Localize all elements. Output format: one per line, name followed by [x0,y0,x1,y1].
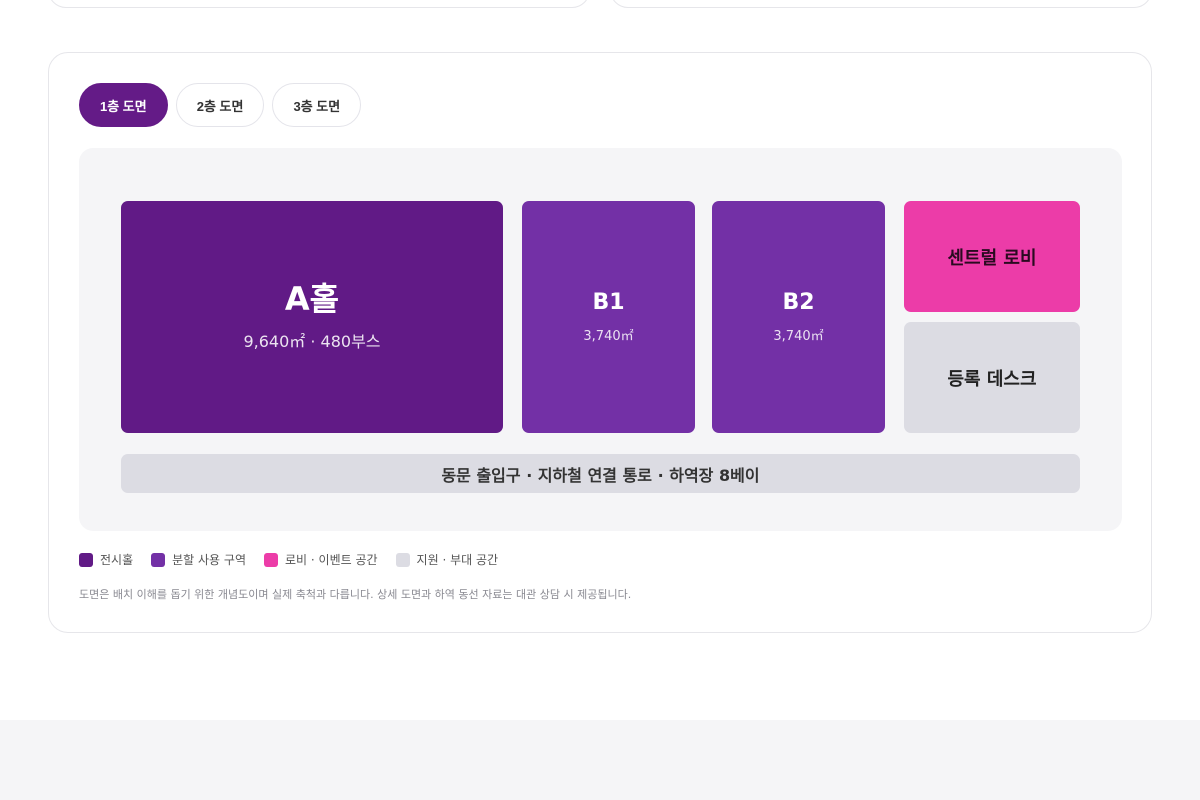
zone-b2-info: 3,740㎡ [773,329,824,344]
tab-floor-1[interactable]: 1층 도면 [79,83,168,127]
floor-plan-card: 1층 도면 2층 도면 3층 도면 A홀 9,640㎡ · 480부스 B1 3… [48,52,1152,633]
tab-floor-3[interactable]: 3층 도면 [272,83,362,127]
legend-item-split-zone: 분할 사용 구역 [151,551,246,568]
legend-swatch [151,552,166,567]
zone-registration-desk[interactable]: 등록 데스크 [904,322,1080,433]
zone-a-hall-name: A홀 [284,280,340,319]
legend-label: 로비 · 이벤트 공간 [285,553,378,567]
previous-card-right [610,0,1152,8]
footer-band [0,720,1200,800]
zone-corridor-name: 동문 출입구 · 지하철 연결 통로 · 하역장 8베이 [441,465,760,485]
zone-a-hall-info: 9,640㎡ · 480부스 [243,331,381,351]
legend-label: 지원 · 부대 공간 [416,553,499,567]
floor-tabs: 1층 도면 2층 도면 3층 도면 [79,83,362,127]
zone-central-lobby-name: 센트럴 로비 [947,247,1037,269]
zone-a-hall[interactable]: A홀 9,640㎡ · 480부스 [121,201,503,433]
legend-swatch [264,552,278,567]
legend-label: 분할 사용 구역 [172,553,246,567]
plan-disclaimer: 도면은 배치 이해를 돕기 위한 개념도이며 실제 축척과 다릅니다. 상세 도… [79,588,632,601]
legend-label: 전시홀 [100,553,134,567]
legend-swatch [395,552,410,567]
legend-item-lobby-event: 로비 · 이벤트 공간 [264,551,378,568]
legend-swatch [79,552,93,567]
zone-east-entrance-corridor[interactable]: 동문 출입구 · 지하철 연결 통로 · 하역장 8베이 [121,454,1080,493]
previous-card-left [48,0,590,8]
tab-floor-2[interactable]: 2층 도면 [175,83,265,127]
plan-legend: 전시홀 분할 사용 구역 로비 · 이벤트 공간 지원 · 부대 공간 [79,551,498,568]
floor-plan: A홀 9,640㎡ · 480부스 B1 3,740㎡ B2 3,740㎡ 센트… [79,148,1122,531]
zone-b2[interactable]: B2 3,740㎡ [712,201,885,433]
legend-item-exhibition-hall: 전시홀 [79,551,133,568]
zone-b1-info: 3,740㎡ [583,329,634,344]
zone-b1-name: B1 [592,290,625,315]
zone-b1[interactable]: B1 3,740㎡ [522,201,695,433]
zone-b2-name: B2 [782,290,815,315]
legend-item-support-space: 지원 · 부대 공간 [395,551,499,568]
zone-registration-desk-name: 등록 데스크 [947,368,1037,390]
zone-central-lobby[interactable]: 센트럴 로비 [904,201,1080,312]
